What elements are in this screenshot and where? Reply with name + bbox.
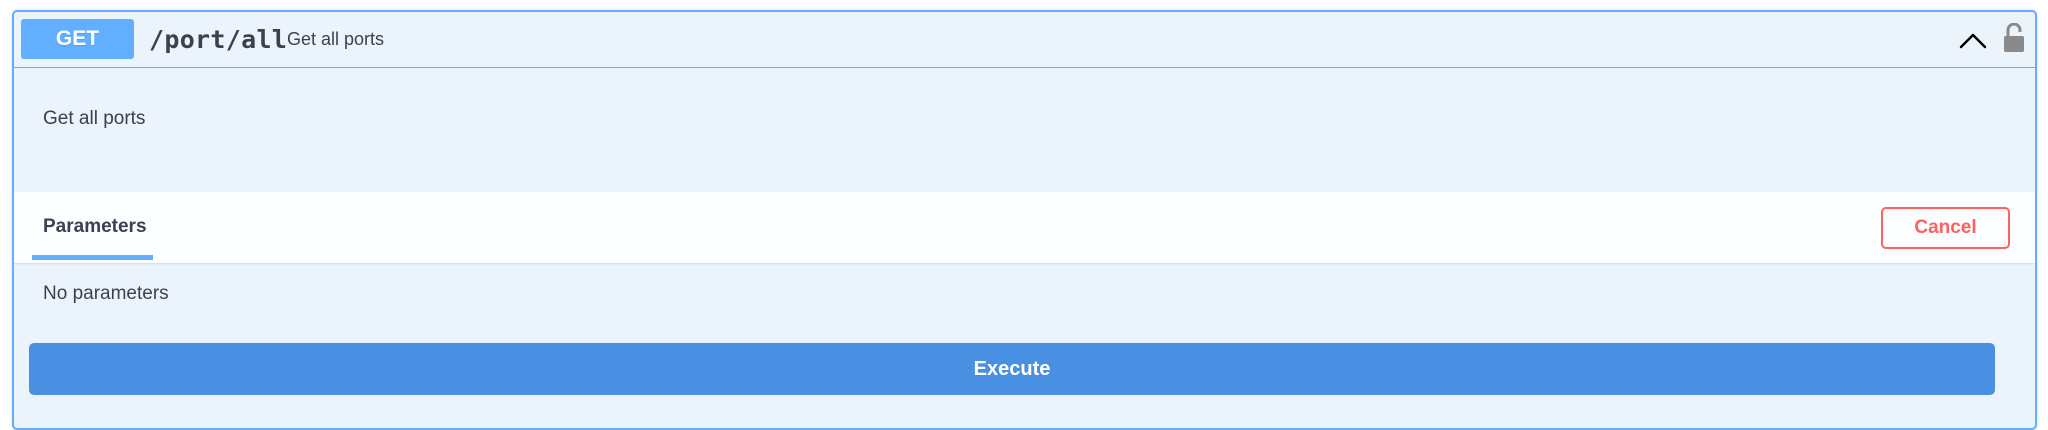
- execute-button[interactable]: Execute: [29, 343, 1995, 395]
- operation-summary-text: Get all ports: [287, 29, 385, 49]
- endpoint-path: /port/all: [149, 25, 288, 54]
- unlocked-padlock-icon[interactable]: [2000, 21, 2028, 55]
- chevron-up-icon[interactable]: [1957, 24, 1989, 56]
- http-method-badge: GET: [21, 19, 134, 59]
- tab-active-indicator: [32, 255, 153, 260]
- operation-description: Get all ports: [14, 68, 2035, 192]
- tab-parameters[interactable]: Parameters: [43, 216, 147, 238]
- operation-summary[interactable]: GET /port/all Get all ports: [14, 12, 2035, 68]
- description-text: Get all ports: [43, 108, 146, 129]
- cancel-button[interactable]: Cancel: [1881, 207, 2010, 249]
- parameters-section-header: Parameters Cancel: [14, 192, 2035, 263]
- no-parameters-text: No parameters: [43, 283, 169, 304]
